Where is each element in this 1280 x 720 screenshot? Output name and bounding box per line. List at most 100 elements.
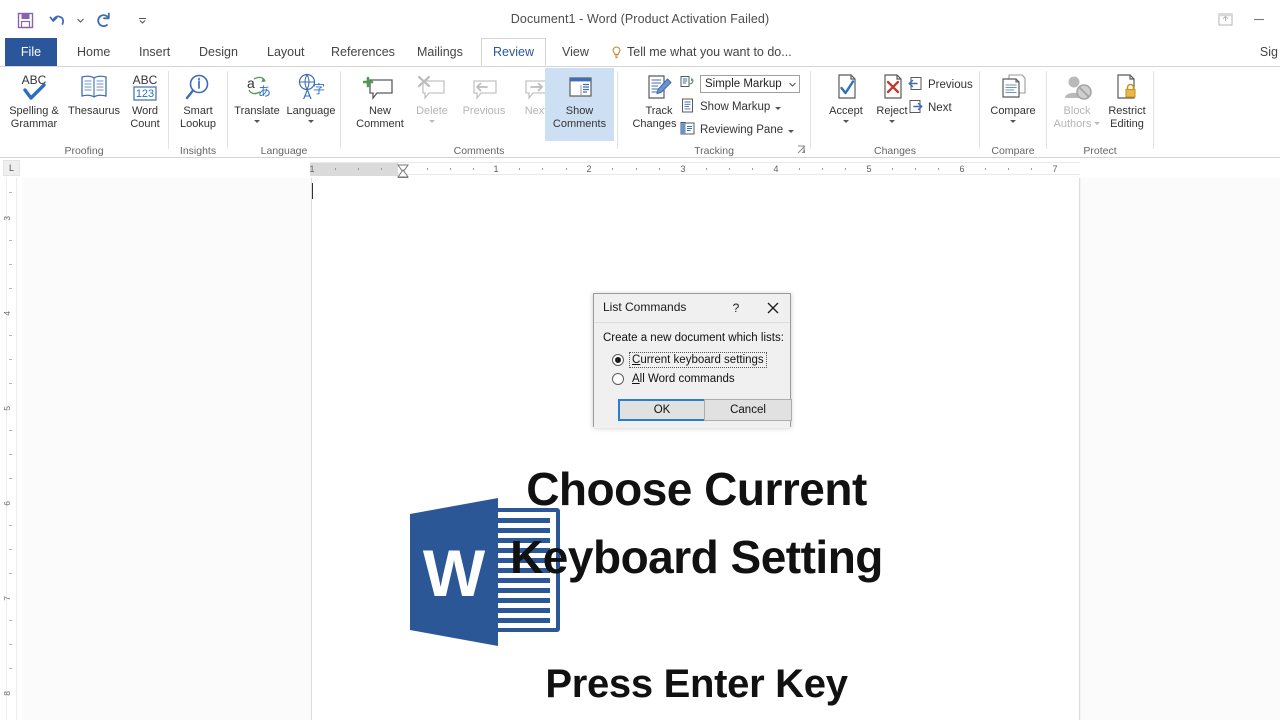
delete-comment-dropdown-icon[interactable] <box>429 119 435 123</box>
display-for-review-icon <box>680 75 695 93</box>
new-comment-button[interactable]: New Comment <box>349 68 411 130</box>
compare-button[interactable]: Compare <box>984 68 1042 123</box>
block-authors-dropdown-icon[interactable] <box>1094 122 1101 126</box>
show-comments-button[interactable]: Show Comments <box>545 68 614 141</box>
tab-mailings[interactable]: Mailings <box>406 38 474 66</box>
compare-dropdown-icon[interactable] <box>1010 119 1016 123</box>
tab-design[interactable]: Design <box>188 38 249 66</box>
show-markup-label: Show Markup <box>700 101 771 113</box>
reviewing-pane-dropdown-icon[interactable] <box>788 130 795 133</box>
dialog-prompt: Create a new document which lists: <box>603 332 784 344</box>
cancel-button[interactable]: Cancel <box>704 399 792 421</box>
reviewing-pane-row[interactable]: Reviewing Pane <box>680 121 795 139</box>
language-button[interactable]: A字 Language <box>283 68 339 123</box>
compare-label: Compare <box>990 105 1036 117</box>
ribbon-group-protect: Block Authors Restrict Editing Protect <box>1047 67 1153 158</box>
restrict-editing-icon <box>1112 71 1142 103</box>
word-count-button[interactable]: ABC 123 Word Count <box>124 68 166 130</box>
tab-file[interactable]: File <box>5 38 57 66</box>
hruler-number: 1 <box>309 164 315 174</box>
ribbon-display-options-icon[interactable] <box>1208 6 1242 32</box>
previous-comment-button[interactable]: Previous <box>453 68 515 118</box>
ribbon-group-changes: Accept Reject Previous Next Changes <box>811 67 979 158</box>
display-for-review-combo[interactable]: Simple Markup <box>700 75 800 93</box>
ribbon-group-label-compare: Compare <box>991 145 1035 157</box>
document-page[interactable]: W Choose Current Keyboard Setting Press … <box>311 178 1080 720</box>
translate-button[interactable]: aあ Translate <box>229 68 285 123</box>
compare-icon <box>996 71 1030 103</box>
minimize-icon[interactable] <box>1242 6 1276 32</box>
radio-button-unselected-icon[interactable] <box>612 373 624 385</box>
help-icon[interactable]: ? <box>726 299 746 317</box>
left-gutter <box>22 178 311 720</box>
previous-change-row[interactable]: Previous <box>908 76 973 94</box>
reject-dropdown-icon[interactable] <box>889 119 895 123</box>
tab-view[interactable]: View <box>551 38 600 66</box>
vertical-ruler-track[interactable] <box>6 178 17 720</box>
block-authors-button[interactable]: Block Authors <box>1050 68 1104 130</box>
radio-label-all-word-commands: All Word commands <box>630 372 737 386</box>
spelling-grammar-button[interactable]: ABC Spelling & Grammar <box>4 68 64 130</box>
show-markup-row[interactable]: Show Markup <box>680 98 782 116</box>
accept-dropdown-icon[interactable] <box>843 119 849 123</box>
thesaurus-label: Thesaurus <box>68 105 120 117</box>
radio-current-keyboard-settings[interactable]: Current keyboard settings <box>612 352 767 368</box>
tab-review[interactable]: Review <box>481 38 546 66</box>
thesaurus-button[interactable]: Thesaurus <box>62 68 126 118</box>
horizontal-ruler[interactable]: L 1 1 2 3 4 5 6 7 <box>0 158 1280 185</box>
ribbon-group-label-proofing: Proofing <box>64 145 104 157</box>
show-markup-dropdown-icon[interactable] <box>775 107 782 110</box>
tab-layout[interactable]: Layout <box>256 38 316 66</box>
hruler-number: 2 <box>586 164 592 174</box>
sign-in-link[interactable]: Sig <box>1260 38 1278 66</box>
window-controls <box>1208 6 1276 32</box>
translate-dropdown-icon[interactable] <box>254 119 260 123</box>
chevron-down-icon[interactable] <box>789 78 796 90</box>
tab-references[interactable]: References <box>320 38 406 66</box>
ribbon-group-label-insights: Insights <box>179 145 217 157</box>
show-comments-icon <box>563 71 597 103</box>
radio-all-word-commands[interactable]: All Word commands <box>612 372 737 386</box>
tell-me-search[interactable]: Tell me what you want to do... <box>611 38 792 66</box>
vruler-number: 4 <box>2 311 12 316</box>
horizontal-ruler-track[interactable]: 1 1 2 3 4 5 6 7 <box>309 162 1080 176</box>
next-change-row[interactable]: Next <box>908 99 952 117</box>
ok-button[interactable]: OK <box>618 399 706 421</box>
translate-label: Translate <box>234 105 280 117</box>
vertical-ruler[interactable]: 3 4 5 6 7 8 <box>0 178 22 720</box>
track-changes-icon <box>642 71 676 103</box>
display-for-review-value: Simple Markup <box>705 78 782 90</box>
list-commands-dialog[interactable]: List Commands ? Create a new document wh… <box>593 293 792 428</box>
previous-comment-label: Previous <box>462 105 506 117</box>
tab-insert[interactable]: Insert <box>128 38 181 66</box>
block-authors-label-2: Authors <box>1053 117 1092 130</box>
ribbon-group-proofing: ABC Spelling & Grammar Thesaurus ABC 123 … <box>0 67 168 158</box>
tab-selector-button[interactable]: L <box>3 160 20 176</box>
vruler-number: 6 <box>2 501 12 506</box>
smart-lookup-button[interactable]: Smart Lookup <box>174 68 222 130</box>
window-title: Document1 - Word (Product Activation Fai… <box>510 12 770 26</box>
word-count-icon: ABC 123 <box>128 71 162 103</box>
document-heading-line-2: Press Enter Key <box>545 662 848 706</box>
reviewing-pane-icon <box>680 121 695 139</box>
accept-button[interactable]: Accept <box>821 68 871 123</box>
right-gutter <box>1081 178 1280 720</box>
tell-me-label: Tell me what you want to do... <box>627 45 792 59</box>
ribbon-group-compare: Compare Compare <box>980 67 1046 158</box>
radio-button-selected-icon[interactable] <box>612 354 624 366</box>
next-comment-label: Next <box>524 105 548 117</box>
word-count-label-2: Count <box>130 117 160 130</box>
smart-lookup-label-1: Smart <box>183 105 213 117</box>
language-dropdown-icon[interactable] <box>308 119 314 123</box>
restrict-editing-button[interactable]: Restrict Editing <box>1103 68 1151 130</box>
tab-home[interactable]: Home <box>66 38 121 66</box>
svg-text:ABC: ABC <box>133 73 158 87</box>
dialog-title-bar[interactable]: List Commands ? <box>594 294 790 322</box>
ribbon-group-label-changes: Changes <box>873 145 917 157</box>
svg-text:A: A <box>303 87 312 102</box>
close-icon[interactable] <box>762 299 784 317</box>
tracking-dialog-launcher-icon[interactable] <box>797 145 806 156</box>
document-canvas: L 1 1 2 3 4 5 6 7 3 4 5 6 7 8 W Choose C… <box>0 158 1280 720</box>
delete-comment-button[interactable]: Delete <box>409 68 455 123</box>
hruler-number: 6 <box>959 164 965 174</box>
